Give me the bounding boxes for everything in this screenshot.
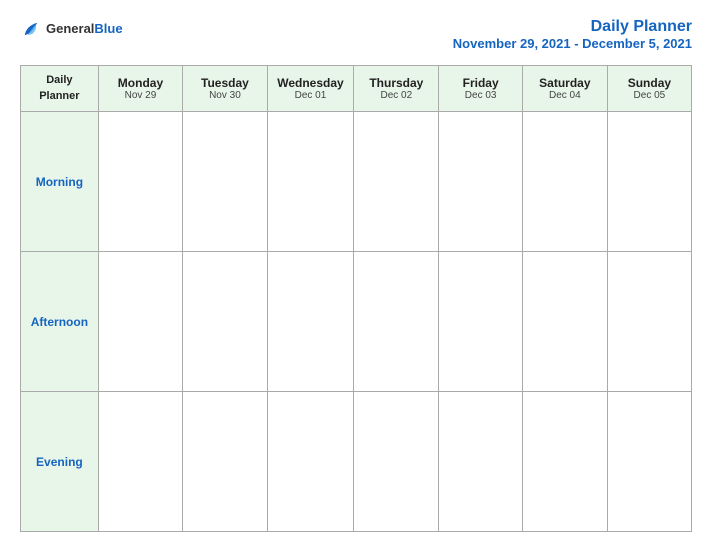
cell-evening-monday[interactable] <box>98 392 182 532</box>
planner-table: Daily Planner Monday Nov 29 Tuesday Nov … <box>20 65 692 532</box>
row-label-morning: Morning <box>21 112 99 252</box>
row-morning: Morning <box>21 112 692 252</box>
col-header-saturday: Saturday Dec 04 <box>522 66 607 112</box>
logo-blue: Blue <box>94 21 122 36</box>
cell-morning-friday[interactable] <box>439 112 522 252</box>
col-header-label: Daily Planner <box>21 66 99 112</box>
cell-morning-sunday[interactable] <box>607 112 691 252</box>
logo-area: GeneralBlue <box>20 18 123 40</box>
header-subtitle: November 29, 2021 - December 5, 2021 <box>453 36 692 51</box>
header-right: Daily Planner November 29, 2021 - Decemb… <box>453 18 692 51</box>
row-label-evening: Evening <box>21 392 99 532</box>
cell-afternoon-sunday[interactable] <box>607 252 691 392</box>
cell-evening-sunday[interactable] <box>607 392 691 532</box>
cell-morning-monday[interactable] <box>98 112 182 252</box>
cell-morning-saturday[interactable] <box>522 112 607 252</box>
logo-bird-icon <box>20 18 42 40</box>
row-afternoon: Afternoon <box>21 252 692 392</box>
col-header-sunday: Sunday Dec 05 <box>607 66 691 112</box>
page: GeneralBlue Daily Planner November 29, 2… <box>0 0 712 550</box>
header: GeneralBlue Daily Planner November 29, 2… <box>20 18 692 51</box>
row-label-afternoon: Afternoon <box>21 252 99 392</box>
cell-morning-wednesday[interactable] <box>267 112 354 252</box>
row-evening: Evening <box>21 392 692 532</box>
cell-afternoon-wednesday[interactable] <box>267 252 354 392</box>
cell-evening-thursday[interactable] <box>354 392 439 532</box>
col-header-wednesday: Wednesday Dec 01 <box>267 66 354 112</box>
col-header-friday: Friday Dec 03 <box>439 66 522 112</box>
cell-evening-friday[interactable] <box>439 392 522 532</box>
cell-morning-tuesday[interactable] <box>183 112 268 252</box>
cell-afternoon-tuesday[interactable] <box>183 252 268 392</box>
cell-afternoon-thursday[interactable] <box>354 252 439 392</box>
col-header-tuesday: Tuesday Nov 30 <box>183 66 268 112</box>
col-header-monday: Monday Nov 29 <box>98 66 182 112</box>
col-header-thursday: Thursday Dec 02 <box>354 66 439 112</box>
logo-general: General <box>46 21 94 36</box>
cell-afternoon-saturday[interactable] <box>522 252 607 392</box>
cell-afternoon-friday[interactable] <box>439 252 522 392</box>
logo-text: GeneralBlue <box>46 20 123 38</box>
cell-evening-tuesday[interactable] <box>183 392 268 532</box>
cell-morning-thursday[interactable] <box>354 112 439 252</box>
table-header-row: Daily Planner Monday Nov 29 Tuesday Nov … <box>21 66 692 112</box>
cell-evening-wednesday[interactable] <box>267 392 354 532</box>
cell-evening-saturday[interactable] <box>522 392 607 532</box>
header-title: Daily Planner <box>453 18 692 36</box>
cell-afternoon-monday[interactable] <box>98 252 182 392</box>
